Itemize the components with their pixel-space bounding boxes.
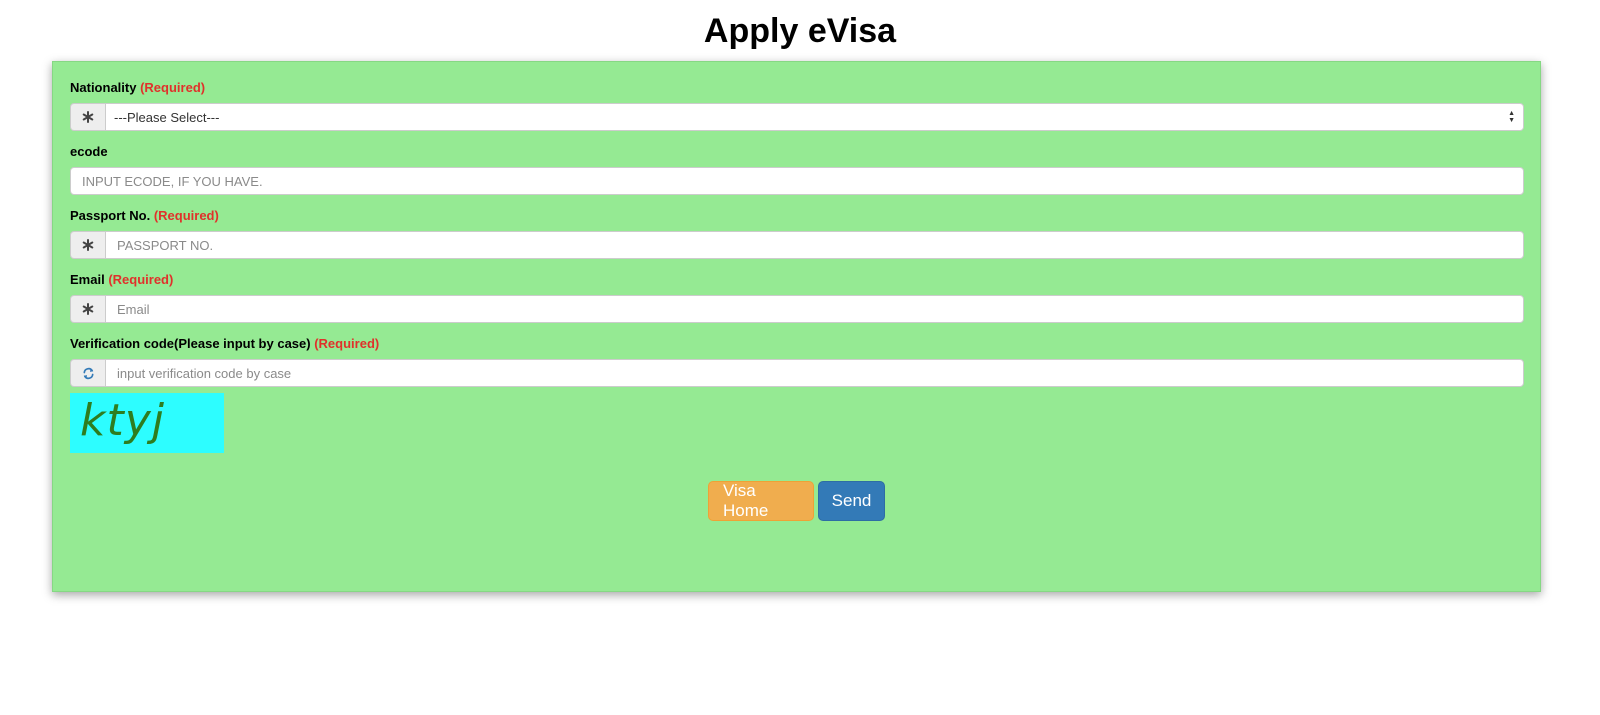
asterisk-icon	[70, 295, 105, 323]
ecode-label-text: ecode	[70, 144, 108, 159]
email-label-text: Email	[70, 272, 105, 287]
application-form-panel: Nationality (Required) ---Please Select-…	[52, 61, 1541, 592]
required-tag: (Required)	[140, 80, 206, 95]
verification-input[interactable]	[105, 359, 1524, 387]
ecode-field: ecode	[70, 143, 1524, 195]
passport-label: Passport No. (Required)	[70, 207, 1524, 225]
nationality-label-text: Nationality	[70, 80, 137, 95]
passport-label-text: Passport No.	[70, 208, 151, 223]
send-button[interactable]: Send	[818, 481, 885, 521]
email-input-group	[70, 295, 1524, 323]
refresh-icon[interactable]	[70, 359, 105, 387]
verification-field: Verification code(Please input by case) …	[70, 335, 1524, 387]
nationality-field: Nationality (Required) ---Please Select-…	[70, 79, 1524, 131]
passport-field: Passport No. (Required)	[70, 207, 1524, 259]
select-arrows-icon: ▲ ▼	[1508, 110, 1515, 124]
required-tag: (Required)	[108, 272, 174, 287]
nationality-label: Nationality (Required)	[70, 79, 1524, 97]
nationality-select[interactable]: ---Please Select--- ▲ ▼	[105, 103, 1524, 131]
nationality-input-group: ---Please Select--- ▲ ▼	[70, 103, 1524, 131]
ecode-label: ecode	[70, 143, 1524, 161]
passport-input[interactable]	[105, 231, 1524, 259]
visa-home-button[interactable]: Visa Home	[708, 481, 814, 521]
nationality-selected-value: ---Please Select---	[114, 109, 220, 125]
passport-input-group	[70, 231, 1524, 259]
email-field: Email (Required)	[70, 271, 1524, 323]
captcha-image[interactable]: ktyj	[70, 393, 224, 453]
asterisk-icon	[70, 231, 105, 259]
ecode-input[interactable]	[70, 167, 1524, 195]
page-title: Apply eVisa	[703, 12, 897, 50]
captcha-text: ktyj	[80, 395, 165, 446]
required-tag: (Required)	[153, 208, 219, 223]
email-input[interactable]	[105, 295, 1524, 323]
ecode-input-group	[70, 167, 1524, 195]
asterisk-icon	[70, 103, 105, 131]
email-label: Email (Required)	[70, 271, 1524, 289]
verification-label-text: Verification code(Please input by case)	[70, 336, 311, 351]
verification-input-group	[70, 359, 1524, 387]
form-actions: Visa Home Send	[53, 481, 1540, 521]
required-tag: (Required)	[314, 336, 380, 351]
verification-label: Verification code(Please input by case) …	[70, 335, 1524, 353]
